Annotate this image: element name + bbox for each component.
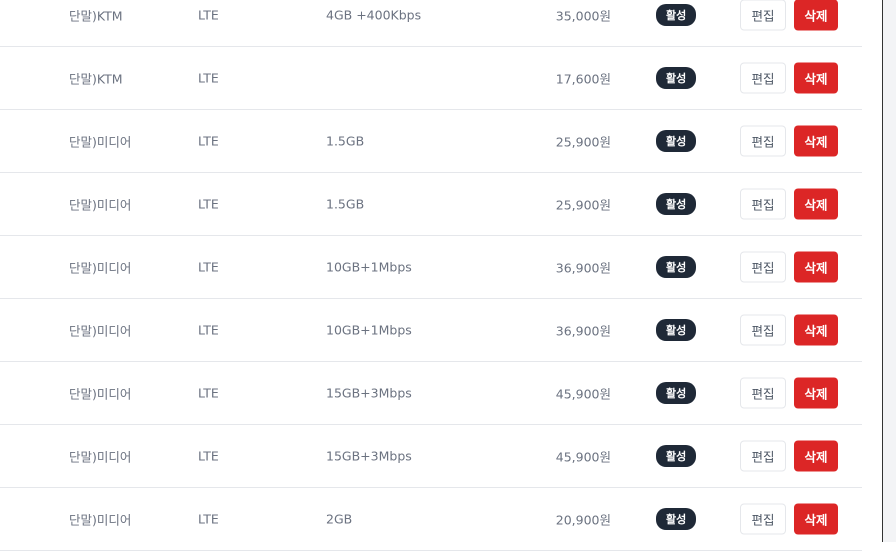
carrier-cell: 단말)미디어 [69, 449, 132, 465]
status-badge: 활성 [656, 319, 697, 341]
delete-button[interactable]: 삭제 [794, 251, 838, 283]
data-cell: 10GB+1Mbps [326, 322, 412, 338]
table-row: 단말)미디어 LTE 1.5GB 25,900원 활성 편집 삭제 [0, 110, 862, 173]
plans-table: 단말)KTM LTE 4GB +400Kbps 35,000원 활성 편집 삭제… [0, 0, 862, 551]
data-cell: 4GB +400Kbps [326, 7, 422, 23]
plan-list-page: 단말)KTM LTE 4GB +400Kbps 35,000원 활성 편집 삭제… [0, 0, 883, 551]
data-cell: 1.5GB [326, 133, 365, 149]
status-badge: 활성 [656, 508, 697, 530]
delete-button[interactable]: 삭제 [794, 62, 838, 94]
price-cell: 25,900원 [555, 197, 611, 213]
status-badge: 활성 [656, 4, 697, 26]
table-row: 단말)미디어 LTE 15GB+3Mbps 45,900원 활성 편집 삭제 [0, 362, 862, 425]
network-cell: LTE [198, 385, 219, 401]
table-row: 단말)미디어 LTE 10GB+1Mbps 36,900원 활성 편집 삭제 [0, 299, 862, 362]
edit-button[interactable]: 편집 [740, 314, 786, 346]
delete-button[interactable]: 삭제 [794, 314, 838, 346]
edit-button[interactable]: 편집 [740, 377, 786, 409]
delete-button[interactable]: 삭제 [794, 503, 838, 535]
delete-button[interactable]: 삭제 [794, 377, 838, 409]
status-badge: 활성 [656, 67, 697, 89]
delete-button[interactable]: 삭제 [794, 125, 838, 157]
price-cell: 36,900원 [555, 323, 611, 339]
network-cell: LTE [198, 7, 219, 23]
status-badge: 활성 [656, 445, 697, 467]
table-row: 단말)KTM LTE 4GB +400Kbps 35,000원 활성 편집 삭제 [0, 0, 862, 47]
carrier-cell: 단말)미디어 [69, 512, 132, 528]
edit-button[interactable]: 편집 [740, 503, 786, 535]
price-cell: 35,000원 [555, 8, 611, 24]
edit-button[interactable]: 편집 [740, 125, 786, 157]
table-row: 단말)미디어 LTE 10GB+1Mbps 36,900원 활성 편집 삭제 [0, 236, 862, 299]
data-cell: 15GB+3Mbps [326, 385, 412, 401]
status-badge: 활성 [656, 130, 697, 152]
price-cell: 45,900원 [555, 386, 611, 402]
edit-button[interactable]: 편집 [740, 251, 786, 283]
carrier-cell: 단말)미디어 [69, 386, 132, 402]
network-cell: LTE [198, 133, 219, 149]
price-cell: 25,900원 [555, 134, 611, 150]
network-cell: LTE [198, 322, 219, 338]
status-badge: 활성 [656, 193, 697, 215]
data-cell: 1.5GB [326, 196, 365, 212]
carrier-cell: 단말)KTM [69, 8, 123, 24]
network-cell: LTE [198, 70, 219, 86]
network-cell: LTE [198, 259, 219, 275]
edit-button[interactable]: 편집 [740, 188, 786, 220]
network-cell: LTE [198, 196, 219, 212]
data-cell: 2GB [326, 511, 353, 527]
status-badge: 활성 [656, 256, 697, 278]
price-cell: 20,900원 [555, 512, 611, 528]
price-cell: 17,600원 [555, 71, 611, 87]
carrier-cell: 단말)미디어 [69, 323, 132, 339]
carrier-cell: 단말)미디어 [69, 197, 132, 213]
table-row: 단말)KTM LTE 17,600원 활성 편집 삭제 [0, 47, 862, 110]
delete-button[interactable]: 삭제 [794, 188, 838, 220]
carrier-cell: 단말)미디어 [69, 134, 132, 150]
price-cell: 36,900원 [555, 260, 611, 276]
price-cell: 45,900원 [555, 449, 611, 465]
carrier-cell: 단말)미디어 [69, 260, 132, 276]
data-cell: 15GB+3Mbps [326, 448, 412, 464]
table-row: 단말)미디어 LTE 15GB+3Mbps 45,900원 활성 편집 삭제 [0, 425, 862, 488]
edit-button[interactable]: 편집 [740, 62, 786, 94]
edit-button[interactable]: 편집 [740, 440, 786, 472]
carrier-cell: 단말)KTM [69, 71, 123, 87]
data-cell: 10GB+1Mbps [326, 259, 412, 275]
scrollbar-track[interactable] [883, 0, 896, 542]
network-cell: LTE [198, 511, 219, 527]
table-row: 단말)미디어 LTE 1.5GB 25,900원 활성 편집 삭제 [0, 173, 862, 236]
network-cell: LTE [198, 448, 219, 464]
edit-button[interactable]: 편집 [740, 0, 786, 31]
delete-button[interactable]: 삭제 [794, 0, 838, 31]
status-badge: 활성 [656, 382, 697, 404]
delete-button[interactable]: 삭제 [794, 440, 838, 472]
